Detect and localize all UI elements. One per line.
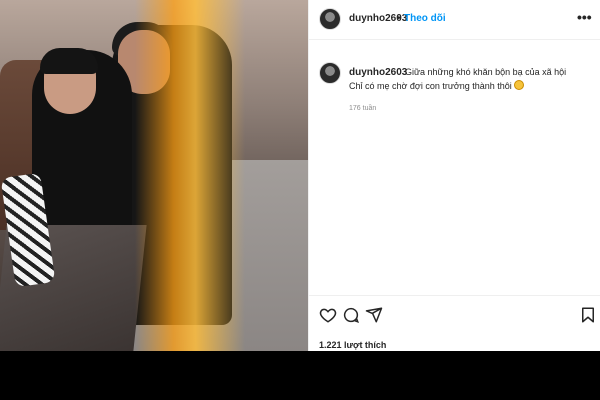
bookmark-icon[interactable] <box>579 306 597 324</box>
post-age[interactable]: 176 tuần <box>349 105 376 112</box>
more-options-icon[interactable]: ••• <box>577 9 592 25</box>
caption-username[interactable]: duynho2603 <box>349 67 407 78</box>
smiling-face-emoji-icon <box>513 80 524 90</box>
caption-line-2-wrap: Chỉ có mẹ chờ đợi con trưởng thành thôi <box>349 80 524 91</box>
photo-young-man-hair <box>40 48 98 74</box>
follow-button[interactable]: Theo dõi <box>404 13 446 24</box>
caption-line-1: Giữa những khó khăn bộn bạ của xã hội <box>405 67 567 77</box>
send-icon[interactable] <box>365 306 383 324</box>
like-count[interactable]: 1.221 lượt thích <box>319 340 386 350</box>
photo-light-flare <box>135 0 245 351</box>
caption-avatar[interactable] <box>319 62 341 84</box>
separator-dot: • <box>397 13 401 24</box>
caption-line-2: Chỉ có mẹ chờ đợi con trưởng thành thôi <box>349 81 512 91</box>
post-header: duynho2603 • Theo dõi ••• <box>309 0 600 40</box>
bottom-black-bar <box>0 351 600 400</box>
comment-icon[interactable] <box>342 306 360 324</box>
heart-icon[interactable] <box>319 306 337 324</box>
profile-avatar[interactable] <box>319 8 341 30</box>
post-photo[interactable] <box>0 0 308 351</box>
instagram-post: duynho2603 • Theo dõi ••• duynho2603 Giữ… <box>0 0 600 351</box>
action-bar <box>309 295 600 335</box>
post-side-pane: duynho2603 • Theo dõi ••• duynho2603 Giữ… <box>308 0 600 351</box>
